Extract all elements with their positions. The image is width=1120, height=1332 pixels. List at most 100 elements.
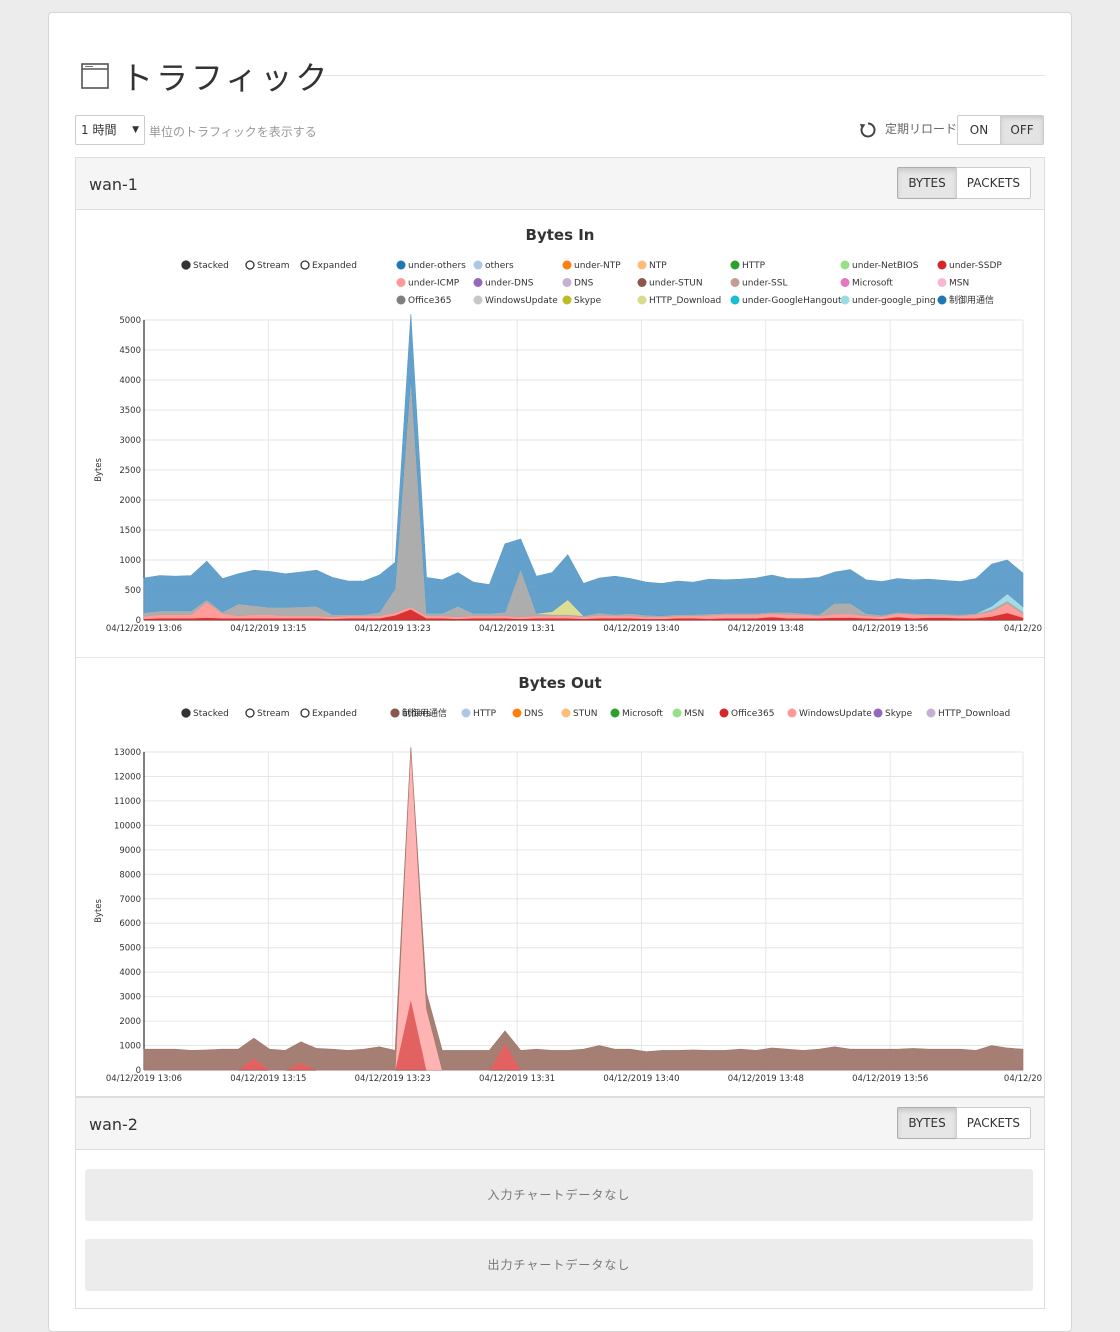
- x-tick-label: 04/12/2019 13:40: [603, 1074, 679, 1084]
- legend-label: WindowsUpdate: [799, 709, 872, 719]
- y-tick-label: 8000: [119, 870, 141, 880]
- chart-mode-radio[interactable]: [181, 708, 191, 718]
- legend-swatch[interactable]: [637, 260, 647, 270]
- legend-label: STUN: [573, 709, 598, 719]
- x-tick-label: 04/12/2019 13:40: [603, 624, 679, 634]
- bytes-button[interactable]: BYTES: [897, 1107, 957, 1139]
- y-tick-label: 500: [125, 586, 141, 596]
- legend-swatch[interactable]: [610, 708, 620, 718]
- legend-label: under-NetBIOS: [852, 261, 919, 271]
- metric-toggle: BYTES PACKETS: [897, 167, 1031, 199]
- legend-label: under-SSL: [742, 279, 787, 289]
- legend-label: 制御用通信: [402, 707, 447, 719]
- chart-mode-radio[interactable]: [181, 260, 191, 270]
- legend-swatch[interactable]: [730, 260, 740, 270]
- panel-title: wan-2: [89, 1115, 138, 1134]
- chart-mode-radio[interactable]: [245, 260, 255, 270]
- legend-swatch[interactable]: [937, 278, 947, 287]
- legend-label: DNS: [524, 709, 544, 719]
- legend-swatch[interactable]: [473, 278, 483, 287]
- reload-on-button[interactable]: ON: [957, 115, 1001, 145]
- traffic-page: トラフィック 1 時間 ▼ 単位のトラフィックを表示する 定期リロード ON O…: [48, 12, 1072, 1332]
- legend-label: Microsoft: [852, 279, 893, 289]
- packets-button[interactable]: PACKETS: [955, 1107, 1031, 1139]
- legend-label: HTTP: [742, 261, 766, 271]
- legend-swatch[interactable]: [390, 708, 400, 718]
- interval-select[interactable]: 1 時間 ▼: [75, 115, 145, 145]
- packets-button[interactable]: PACKETS: [955, 167, 1031, 199]
- unit-label: 単位のトラフィックを表示する: [149, 125, 317, 139]
- legend-label: under-DNS: [485, 279, 534, 289]
- x-tick-label: 04/12/20: [1004, 624, 1042, 634]
- chart-mode-label: Stacked: [193, 709, 229, 719]
- legend-label: under-GoogleHangout: [742, 296, 842, 306]
- x-tick-label: 04/12/2019 13:56: [852, 1074, 928, 1084]
- legend-swatch[interactable]: [461, 708, 471, 718]
- legend-swatch[interactable]: [873, 708, 883, 718]
- legend-swatch[interactable]: [637, 278, 647, 287]
- metric-toggle: BYTES PACKETS: [897, 1107, 1031, 1139]
- x-tick-label: 04/12/2019 13:15: [230, 1074, 306, 1084]
- legend-label: others: [485, 261, 514, 271]
- legend-swatch[interactable]: [926, 708, 936, 718]
- y-tick-label: 1500: [119, 526, 141, 536]
- y-tick-label: 13000: [114, 748, 141, 758]
- y-axis-label: Bytes: [94, 899, 104, 923]
- legend-swatch[interactable]: [637, 295, 647, 305]
- legend-swatch[interactable]: [840, 260, 850, 270]
- legend-swatch[interactable]: [562, 295, 572, 305]
- page-header: トラフィック: [81, 53, 1045, 103]
- series-area-under-others[interactable]: [143, 313, 1024, 617]
- legend-swatch[interactable]: [730, 295, 740, 305]
- reload-off-button[interactable]: OFF: [1000, 115, 1044, 145]
- legend-swatch[interactable]: [473, 295, 483, 305]
- x-tick-label: 04/12/2019 13:15: [230, 624, 306, 634]
- y-tick-label: 11000: [114, 797, 141, 807]
- chart-mode-label: Stream: [257, 261, 290, 271]
- y-tick-label: 4500: [119, 346, 141, 356]
- legend-label: under-ICMP: [408, 279, 460, 289]
- legend-swatch[interactable]: [840, 295, 850, 305]
- y-tick-label: 9000: [119, 846, 141, 856]
- legend-swatch[interactable]: [396, 295, 406, 305]
- x-tick-label: 04/12/2019 13:31: [479, 624, 555, 634]
- legend-label: Microsoft: [622, 709, 663, 719]
- legend-swatch[interactable]: [937, 260, 947, 270]
- y-tick-label: 2000: [119, 496, 141, 506]
- legend-swatch[interactable]: [672, 708, 682, 718]
- legend-swatch[interactable]: [473, 260, 483, 270]
- x-tick-label: 04/12/20: [1004, 1074, 1042, 1084]
- chart-mode-radio[interactable]: [300, 260, 310, 270]
- bytes-out-chart-box: Bytes Out Stacked Stream Expanded others HTTP…: [76, 658, 1044, 1104]
- legend-swatch[interactable]: [396, 278, 406, 287]
- chart-mode-radio[interactable]: [245, 708, 255, 718]
- x-tick-label: 04/12/2019 13:56: [852, 624, 928, 634]
- y-tick-label: 1000: [119, 556, 141, 566]
- y-tick-label: 5000: [119, 944, 141, 954]
- y-tick-label: 3500: [119, 406, 141, 416]
- x-tick-label: 04/12/2019 13:23: [355, 624, 431, 634]
- legend-swatch[interactable]: [840, 278, 850, 287]
- x-tick-label: 04/12/2019 13:23: [355, 1074, 431, 1084]
- legend-label: Skype: [885, 709, 913, 719]
- toolbar: 1 時間 ▼ 単位のトラフィックを表示する 定期リロード ON OFF: [75, 115, 1045, 145]
- reload-icon[interactable]: [859, 121, 877, 139]
- chart-mode-radio[interactable]: [300, 708, 310, 718]
- legend-swatch[interactable]: [562, 260, 572, 270]
- legend-swatch[interactable]: [562, 278, 572, 287]
- legend-swatch[interactable]: [561, 708, 571, 718]
- legend-swatch[interactable]: [937, 295, 947, 305]
- y-tick-label: 3000: [119, 436, 141, 446]
- legend-swatch[interactable]: [719, 708, 729, 718]
- y-tick-label: 7000: [119, 895, 141, 905]
- bytes-button[interactable]: BYTES: [897, 167, 957, 199]
- y-tick-label: 4000: [119, 376, 141, 386]
- legend-swatch[interactable]: [396, 260, 406, 270]
- legend-swatch[interactable]: [730, 278, 740, 287]
- legend-swatch[interactable]: [512, 708, 522, 718]
- chart-mode-label: Stacked: [193, 261, 229, 271]
- legend-label: NTP: [649, 261, 667, 271]
- x-tick-label: 04/12/2019 13:31: [479, 1074, 555, 1084]
- legend-swatch[interactable]: [787, 708, 797, 718]
- window-icon: [81, 63, 109, 89]
